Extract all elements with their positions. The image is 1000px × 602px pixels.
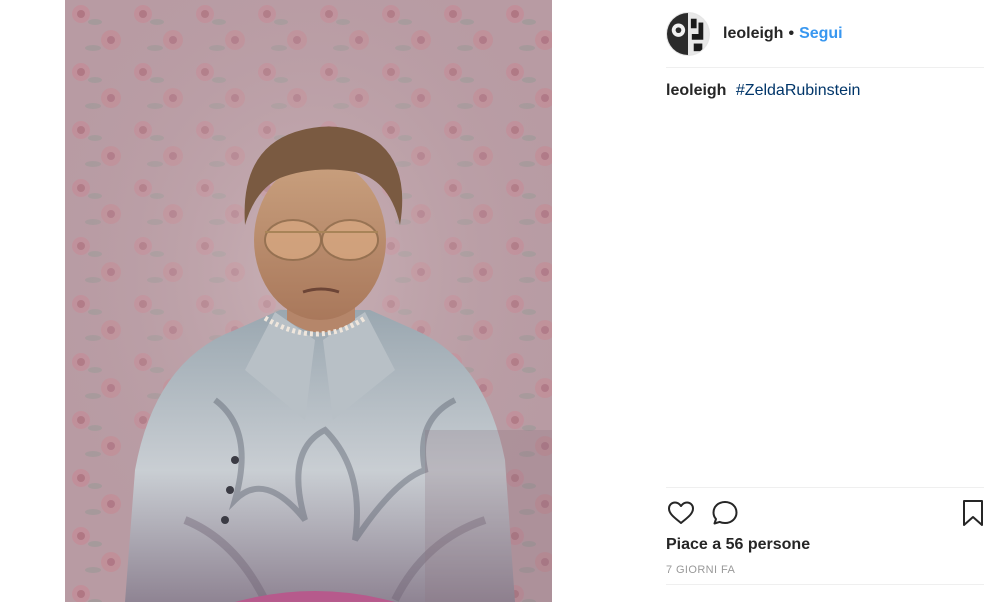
comment-button[interactable] — [710, 498, 740, 528]
heart-icon — [668, 501, 694, 524]
avatar-image — [667, 12, 709, 55]
portrait-painting — [65, 0, 552, 602]
follow-button[interactable]: Segui — [799, 25, 843, 43]
action-bar — [666, 498, 984, 528]
bookmark-icon — [963, 500, 983, 526]
caption-username[interactable]: leoleigh — [666, 82, 726, 99]
post-sidebar: leoleigh • Segui leoleigh #ZeldaRubinste… — [618, 0, 1000, 602]
post-media-pane — [0, 0, 618, 602]
post-header: leoleigh • Segui — [666, 0, 984, 68]
post-timestamp: 7 GIORNI FA — [666, 564, 736, 576]
post-image[interactable] — [65, 0, 552, 602]
post-caption: leoleigh #ZeldaRubinstein — [666, 82, 860, 100]
likes-count[interactable]: Piace a 56 persone — [666, 536, 810, 554]
caption-hashtag[interactable]: #ZeldaRubinstein — [736, 82, 861, 99]
comment-bubble-icon — [712, 501, 738, 525]
avatar[interactable] — [666, 11, 710, 56]
header-separator: • — [788, 24, 795, 42]
save-button[interactable] — [958, 498, 988, 528]
header-username[interactable]: leoleigh — [723, 25, 783, 43]
like-button[interactable] — [666, 498, 696, 528]
post-actions-section: Piace a 56 persone 7 GIORNI FA — [666, 487, 984, 585]
header-text: leoleigh • Segui — [723, 25, 843, 43]
